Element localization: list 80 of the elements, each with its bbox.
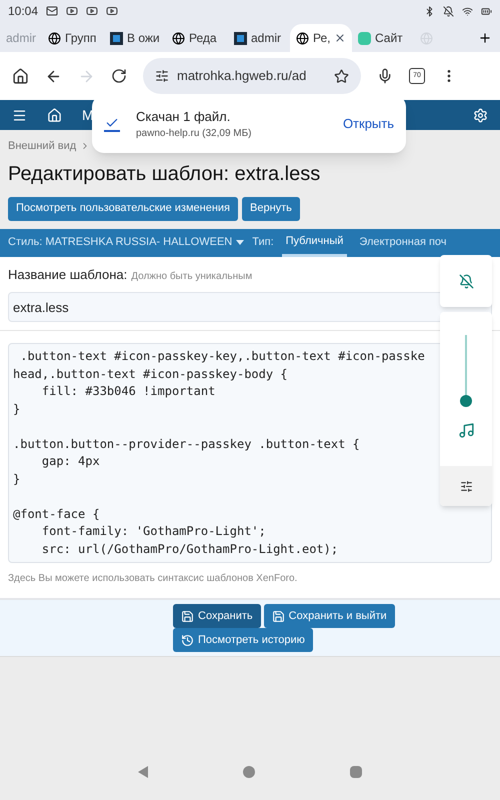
- code-line: }: [13, 400, 20, 418]
- type-tab[interactable]: Электронная поч: [355, 228, 451, 256]
- home-icon[interactable]: [12, 68, 29, 84]
- browser-tab[interactable]: В ожи: [104, 24, 166, 52]
- bell-off-icon: [443, 6, 454, 16]
- video-icon: [106, 5, 118, 17]
- tab-title: Реда: [189, 30, 217, 47]
- globe-icon: [296, 32, 309, 44]
- browser-tab[interactable]: Реда: [166, 24, 228, 52]
- tab-title: admir: [6, 30, 36, 47]
- video-icon: [66, 5, 78, 17]
- reload-icon[interactable]: [111, 68, 127, 84]
- globe-icon: [172, 32, 185, 44]
- code-editor[interactable]: [8, 343, 492, 563]
- bell-off-icon: [458, 274, 474, 288]
- save-button[interactable]: Сохранить: [173, 604, 261, 628]
- tab-title: Ре,: [313, 30, 330, 47]
- address-field[interactable]: matrohka.hgweb.ru/ad: [143, 58, 361, 94]
- download-done-icon: [104, 116, 120, 132]
- bluetooth-icon: [424, 6, 435, 16]
- tab-title: В ожи: [127, 30, 160, 47]
- star-icon[interactable]: [334, 68, 349, 84]
- tab-title: Групп: [65, 30, 96, 47]
- header-button[interactable]: Посмотреть пользовательские изменения: [8, 196, 238, 220]
- home-nav-icon[interactable]: [243, 766, 255, 778]
- url-text: matrohka.hgweb.ru/ad: [177, 67, 306, 86]
- m-logo-icon: [110, 32, 123, 44]
- browser-tab[interactable]: Групп: [42, 24, 104, 52]
- toast-detail: pawno-help.ru (32,09 МБ): [136, 127, 252, 142]
- tab-title: admir: [251, 30, 282, 47]
- globe-icon: [48, 32, 61, 44]
- history-icon: [181, 634, 194, 646]
- header-button[interactable]: Вернуть: [242, 196, 300, 220]
- code-line: font-family: 'GothamPro-Light';: [40, 523, 266, 540]
- volume-thumb[interactable]: [460, 395, 472, 407]
- caret-icon: [236, 240, 244, 245]
- music-note-icon[interactable]: [458, 422, 474, 439]
- m-logo-icon: [234, 32, 247, 44]
- menu-icon[interactable]: [12, 108, 27, 122]
- type-label: Тип:: [252, 235, 274, 250]
- code-line: @font-face {: [13, 506, 100, 522]
- new-tab-icon[interactable]: [478, 31, 492, 45]
- wifi-icon: [462, 6, 473, 16]
- recents-nav-icon[interactable]: [350, 766, 362, 778]
- mute-button[interactable]: [440, 255, 492, 307]
- mic-icon[interactable]: [377, 68, 393, 84]
- browser-tab[interactable]: Сайт: [352, 24, 414, 52]
- template-name-field[interactable]: extra.less: [8, 292, 492, 322]
- site-logo-icon: [358, 32, 371, 44]
- volume-slider[interactable]: [460, 335, 472, 407]
- open-link[interactable]: Открыть: [342, 114, 394, 134]
- page-title: Редактировать шаблон: extra.less: [8, 162, 322, 186]
- close-icon[interactable]: [334, 32, 346, 44]
- code-line: src: url(/GothamPro/GothamPro-Light.eot);: [40, 540, 338, 558]
- battery-icon: [481, 6, 492, 16]
- style-selector[interactable]: Стиль: MATRESHKA RUSSIA- HALLOWEEN: [8, 228, 244, 256]
- sliders-icon: [460, 480, 472, 492]
- browser-tab[interactable]: Ре,: [290, 24, 352, 52]
- mail-icon: [46, 5, 58, 17]
- code-line: fill: #33b046 !important: [40, 383, 216, 400]
- field-hint: Должно быть уникальным: [131, 270, 252, 284]
- video-icon: [86, 5, 98, 17]
- code-line: head,.button-text #icon-passkey-body {: [13, 366, 288, 382]
- field-label: Название шаблона:: [8, 266, 128, 284]
- settings-icon[interactable]: [473, 108, 488, 122]
- back-nav-icon[interactable]: [138, 766, 148, 778]
- code-line: .button-text #icon-passkey-key,.button-text #icon-passke: [19, 348, 425, 365]
- tab-title: Сайт: [375, 30, 403, 47]
- code-line: gap: 4px: [40, 453, 100, 470]
- browser-tab[interactable]: admir: [228, 24, 290, 52]
- settings-strip[interactable]: [440, 466, 492, 506]
- breadcrumb-link[interactable]: Внешний вид: [8, 138, 76, 154]
- code-line: }: [13, 470, 20, 488]
- toast-title: Скачан 1 файл.: [136, 108, 232, 126]
- history-button[interactable]: Посмотреть историю: [173, 628, 313, 652]
- code-hint: Здесь Вы можете использовать синтаксис шаблонов XenForo.: [8, 572, 298, 586]
- code-line: .button.button--provider--passkey .button-text {: [13, 436, 360, 452]
- site-settings-icon[interactable]: [155, 69, 169, 83]
- clock-time: 10:04: [8, 3, 38, 20]
- save-button[interactable]: Сохранить и выйти: [264, 604, 395, 628]
